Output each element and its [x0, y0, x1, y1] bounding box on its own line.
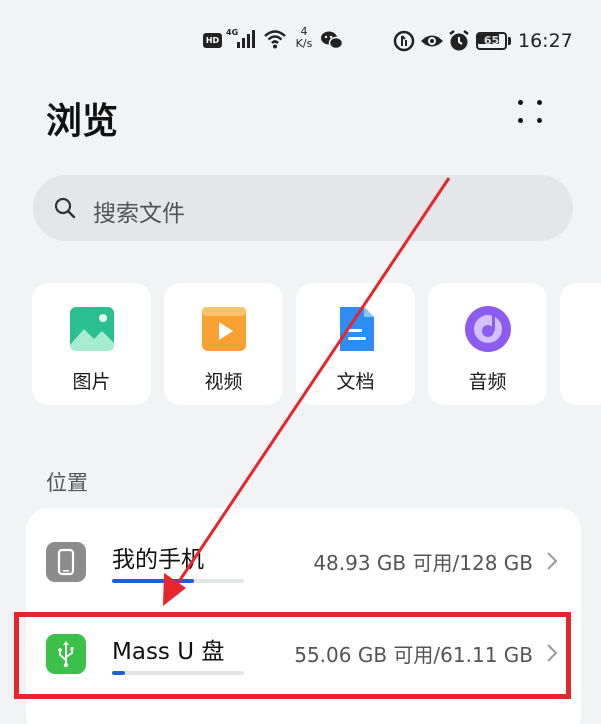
category-label: 视频 — [204, 371, 243, 393]
phone-icon — [46, 542, 86, 582]
search-icon — [54, 197, 76, 219]
wechat-icon — [321, 31, 344, 50]
storage-size: 48.93 GB 可用/128 GB — [313, 551, 533, 575]
category-audio[interactable]: 音频 — [428, 283, 547, 405]
document-icon — [340, 307, 374, 351]
category-more[interactable] — [560, 283, 601, 405]
battery-icon: 65 — [476, 32, 512, 50]
nfc-icon — [393, 30, 415, 52]
wifi-icon — [264, 30, 286, 49]
eye-comfort-icon — [421, 35, 443, 47]
image-icon — [70, 307, 114, 351]
location-name: 我的手机 — [112, 547, 204, 573]
category-documents[interactable]: 文档 — [296, 283, 415, 405]
category-label: 文档 — [336, 371, 375, 393]
category-images[interactable]: 图片 — [32, 283, 151, 405]
hd-badge: HD — [203, 33, 222, 48]
category-label: 音频 — [468, 371, 507, 393]
audio-icon — [465, 306, 511, 352]
page-title: 浏览 — [46, 101, 119, 142]
location-item-phone[interactable]: 我的手机 48.93 GB 可用/128 GB — [26, 524, 581, 610]
highlight-box — [14, 612, 571, 699]
storage-usage-bar — [112, 579, 244, 583]
alarm-icon — [449, 30, 469, 51]
network-speed: 4 K/s — [295, 25, 313, 50]
more-options-button[interactable] — [508, 94, 552, 134]
category-label: 图片 — [72, 371, 111, 393]
video-icon — [202, 307, 246, 351]
storage-usage-fill — [112, 579, 194, 583]
section-title-locations: 位置 — [46, 471, 88, 495]
category-row: 图片 视频 文档 音频 — [0, 283, 601, 405]
status-bar: HD 4G 4 K/s 65 16:27 — [0, 0, 601, 84]
clock: 16:27 — [518, 30, 573, 52]
signal-icon — [237, 30, 255, 48]
search-input[interactable]: 搜索文件 — [33, 175, 573, 241]
battery-level: 65 — [483, 34, 500, 47]
category-videos[interactable]: 视频 — [164, 283, 283, 405]
search-placeholder: 搜索文件 — [93, 201, 185, 227]
chevron-right-icon — [547, 552, 558, 570]
